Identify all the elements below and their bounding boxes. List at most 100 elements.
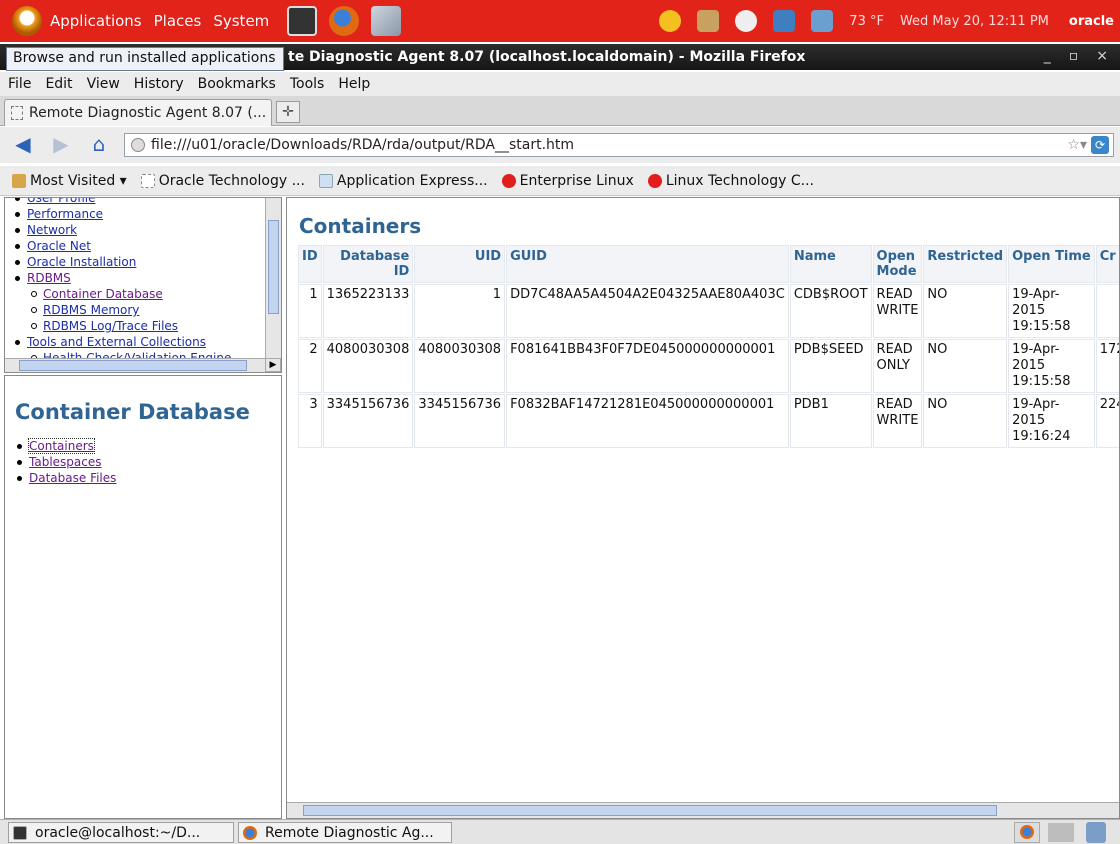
terminal-launcher-icon[interactable] bbox=[287, 6, 318, 36]
tools-launcher-icon[interactable] bbox=[371, 6, 402, 36]
forward-button[interactable]: ▶ bbox=[48, 134, 74, 156]
firefox-launcher-icon[interactable] bbox=[329, 6, 360, 36]
nav-link[interactable]: RDBMS Log/Trace Files bbox=[43, 319, 178, 333]
reload-icon[interactable]: ⟳ bbox=[1091, 136, 1109, 154]
firefox-tray-icon[interactable] bbox=[1014, 822, 1040, 843]
subnav-item-containers[interactable]: Containers bbox=[15, 438, 281, 454]
scroll-right-arrow-icon[interactable]: ▶ bbox=[265, 358, 281, 372]
trash-icon[interactable] bbox=[1086, 822, 1106, 843]
menu-history[interactable]: History bbox=[134, 76, 184, 92]
nav-link[interactable]: Network bbox=[27, 223, 77, 237]
main-horizontal-scrollbar[interactable] bbox=[287, 802, 1119, 818]
nav-item-performance[interactable]: Performance bbox=[13, 206, 281, 222]
system-menu[interactable]: System bbox=[213, 12, 269, 30]
scroll-thumb[interactable] bbox=[19, 360, 247, 371]
volume-icon[interactable] bbox=[735, 10, 758, 32]
clock[interactable]: Wed May 20, 12:11 PM bbox=[900, 14, 1049, 29]
bookmark-application-express[interactable]: Application Express... bbox=[318, 173, 488, 189]
nav-item-oracle-net[interactable]: Oracle Net bbox=[13, 238, 281, 254]
menu-file[interactable]: File bbox=[8, 76, 31, 92]
nav-link[interactable]: Tools and External Collections bbox=[27, 335, 206, 349]
nav-horizontal-scrollbar[interactable]: ▶ bbox=[5, 358, 281, 372]
firefox-icon bbox=[243, 825, 257, 840]
subnav-link[interactable]: Database Files bbox=[29, 471, 116, 485]
taskbar-firefox[interactable]: Remote Diagnostic Ag... bbox=[238, 822, 452, 843]
bookmark-linux-technology[interactable]: Linux Technology C... bbox=[647, 173, 814, 189]
home-button[interactable]: ⌂ bbox=[86, 134, 112, 156]
subnav-link[interactable]: Tablespaces bbox=[29, 455, 102, 469]
nav-vertical-scrollbar[interactable] bbox=[265, 198, 281, 358]
nav-item-oracle-installation[interactable]: Oracle Installation bbox=[13, 254, 281, 270]
back-button[interactable]: ◀ bbox=[10, 134, 36, 156]
bookmark-most-visited[interactable]: Most Visited ▾ bbox=[12, 173, 127, 189]
applications-menu[interactable]: Applications bbox=[50, 12, 142, 30]
window-title: te Diagnostic Agent 8.07 (localhost.loca… bbox=[288, 49, 806, 65]
cell-open-mode: READ ONLY bbox=[872, 339, 923, 393]
tab-rda[interactable]: Remote Diagnostic Agent 8.07 (... bbox=[4, 99, 272, 126]
table-row: 1 1365223133 1 DD7C48AA5A4504A2E04325AAE… bbox=[298, 284, 1119, 338]
nav-link[interactable]: RDBMS Memory bbox=[43, 303, 139, 317]
scroll-thumb[interactable] bbox=[268, 220, 279, 314]
app-icon bbox=[318, 173, 333, 188]
places-menu[interactable]: Places bbox=[154, 12, 202, 30]
nav-item-container-database[interactable]: Container Database bbox=[13, 286, 281, 302]
bookmark-enterprise-linux[interactable]: Enterprise Linux bbox=[501, 172, 634, 189]
scroll-thumb[interactable] bbox=[303, 805, 997, 816]
menu-tools[interactable]: Tools bbox=[290, 76, 325, 92]
nav-link[interactable]: Performance bbox=[27, 207, 103, 221]
cell-id: 1 bbox=[298, 284, 322, 338]
page-icon bbox=[140, 173, 155, 188]
col-header-restricted: Restricted bbox=[923, 245, 1008, 283]
col-header-database-id: Database ID bbox=[322, 245, 414, 283]
minimize-button[interactable]: _ bbox=[1044, 48, 1051, 64]
bookmark-label: Enterprise Linux bbox=[519, 172, 634, 189]
menu-edit[interactable]: Edit bbox=[45, 76, 72, 92]
menu-bar: File Edit View History Bookmarks Tools H… bbox=[0, 72, 1120, 96]
page-title: Containers bbox=[299, 214, 422, 238]
menu-bookmarks[interactable]: Bookmarks bbox=[198, 76, 276, 92]
url-bar[interactable]: ☆▾ ⟳ bbox=[124, 133, 1114, 157]
nav-link[interactable]: Container Database bbox=[43, 287, 163, 301]
menu-view[interactable]: View bbox=[87, 76, 120, 92]
cell-created: 1720 bbox=[1095, 339, 1119, 393]
oracle-icon bbox=[647, 173, 662, 188]
bookmark-oracle-technology[interactable]: Oracle Technology ... bbox=[140, 173, 305, 189]
user-menu[interactable]: oracle bbox=[1069, 14, 1114, 29]
taskbar-label: Remote Diagnostic Ag... bbox=[265, 824, 434, 841]
nav-item-tools[interactable]: Tools and External Collections bbox=[13, 334, 281, 350]
nav-item-rdbms-log[interactable]: RDBMS Log/Trace Files bbox=[13, 318, 281, 334]
package-icon[interactable] bbox=[697, 10, 720, 32]
subnav-item-tablespaces[interactable]: Tablespaces bbox=[15, 454, 281, 470]
nav-link[interactable]: Oracle Installation bbox=[27, 255, 136, 269]
cell-created: 2244 bbox=[1095, 394, 1119, 448]
page-content: User Profile Performance Network Oracle … bbox=[0, 197, 1120, 819]
workspace-switcher[interactable] bbox=[1048, 823, 1074, 842]
new-tab-button[interactable]: ✛ bbox=[276, 101, 300, 123]
taskbar-terminal[interactable]: oracle@localhost:~/D... bbox=[8, 822, 234, 843]
nav-item-user-profile[interactable]: User Profile bbox=[13, 198, 281, 206]
nav-item-network[interactable]: Network bbox=[13, 222, 281, 238]
close-button[interactable]: × bbox=[1096, 48, 1108, 64]
updates-icon[interactable] bbox=[659, 10, 682, 32]
maximize-button[interactable]: ▫ bbox=[1069, 48, 1079, 64]
nav-item-rdbms[interactable]: RDBMS bbox=[13, 270, 281, 286]
bookmark-star-icon[interactable]: ☆▾ bbox=[1067, 137, 1087, 153]
device-icon[interactable] bbox=[811, 10, 834, 32]
nav-item-rdbms-memory[interactable]: RDBMS Memory bbox=[13, 302, 281, 318]
subnav-link[interactable]: Containers bbox=[28, 438, 95, 454]
nav-link[interactable]: RDBMS bbox=[27, 271, 71, 285]
network-icon[interactable] bbox=[773, 10, 796, 32]
col-header-uid: UID bbox=[414, 245, 506, 283]
col-header-open-time: Open Time bbox=[1008, 245, 1095, 283]
subnav-item-database-files[interactable]: Database Files bbox=[15, 470, 281, 486]
url-input[interactable] bbox=[151, 137, 1031, 153]
nav-link[interactable]: User Profile bbox=[27, 198, 95, 205]
cell-uid: 1 bbox=[414, 284, 506, 338]
menu-help[interactable]: Help bbox=[338, 76, 370, 92]
nav-link[interactable]: Oracle Net bbox=[27, 239, 91, 253]
subnav-heading: Container Database bbox=[15, 400, 250, 424]
site-identity-icon[interactable] bbox=[131, 138, 145, 152]
tab-label: Remote Diagnostic Agent 8.07 (... bbox=[29, 105, 267, 121]
weather-indicator[interactable]: 73 °F bbox=[849, 14, 884, 29]
gnome-foot-icon[interactable] bbox=[12, 6, 42, 36]
